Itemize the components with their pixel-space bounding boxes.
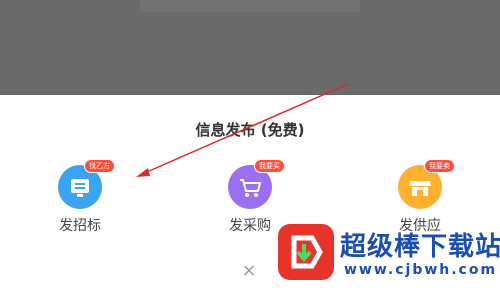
close-icon[interactable]: × xyxy=(240,262,258,280)
watermark-logo xyxy=(278,224,334,280)
publish-supply-button[interactable]: 我要卖 发供应 xyxy=(380,159,460,235)
tender-label: 发招标 xyxy=(59,218,101,234)
sheet-title: 信息发布 (免费) xyxy=(195,121,305,139)
dimmed-background-overlay[interactable] xyxy=(0,0,500,95)
tender-icon: 找乙方 xyxy=(58,159,115,209)
purchase-badge: 我要买 xyxy=(254,159,285,173)
shop-icon: 我要卖 xyxy=(398,159,455,209)
tender-badge: 找乙方 xyxy=(84,159,115,173)
supply-badge: 我要卖 xyxy=(424,159,455,173)
background-content-hint xyxy=(140,0,360,12)
shopping-cart-icon: 我要买 xyxy=(228,159,285,209)
watermark-url: www.cjbwh.com xyxy=(344,262,498,278)
watermark-text: 超级棒下载站 xyxy=(340,232,500,262)
publish-tender-button[interactable]: 找乙方 发招标 xyxy=(40,159,120,235)
